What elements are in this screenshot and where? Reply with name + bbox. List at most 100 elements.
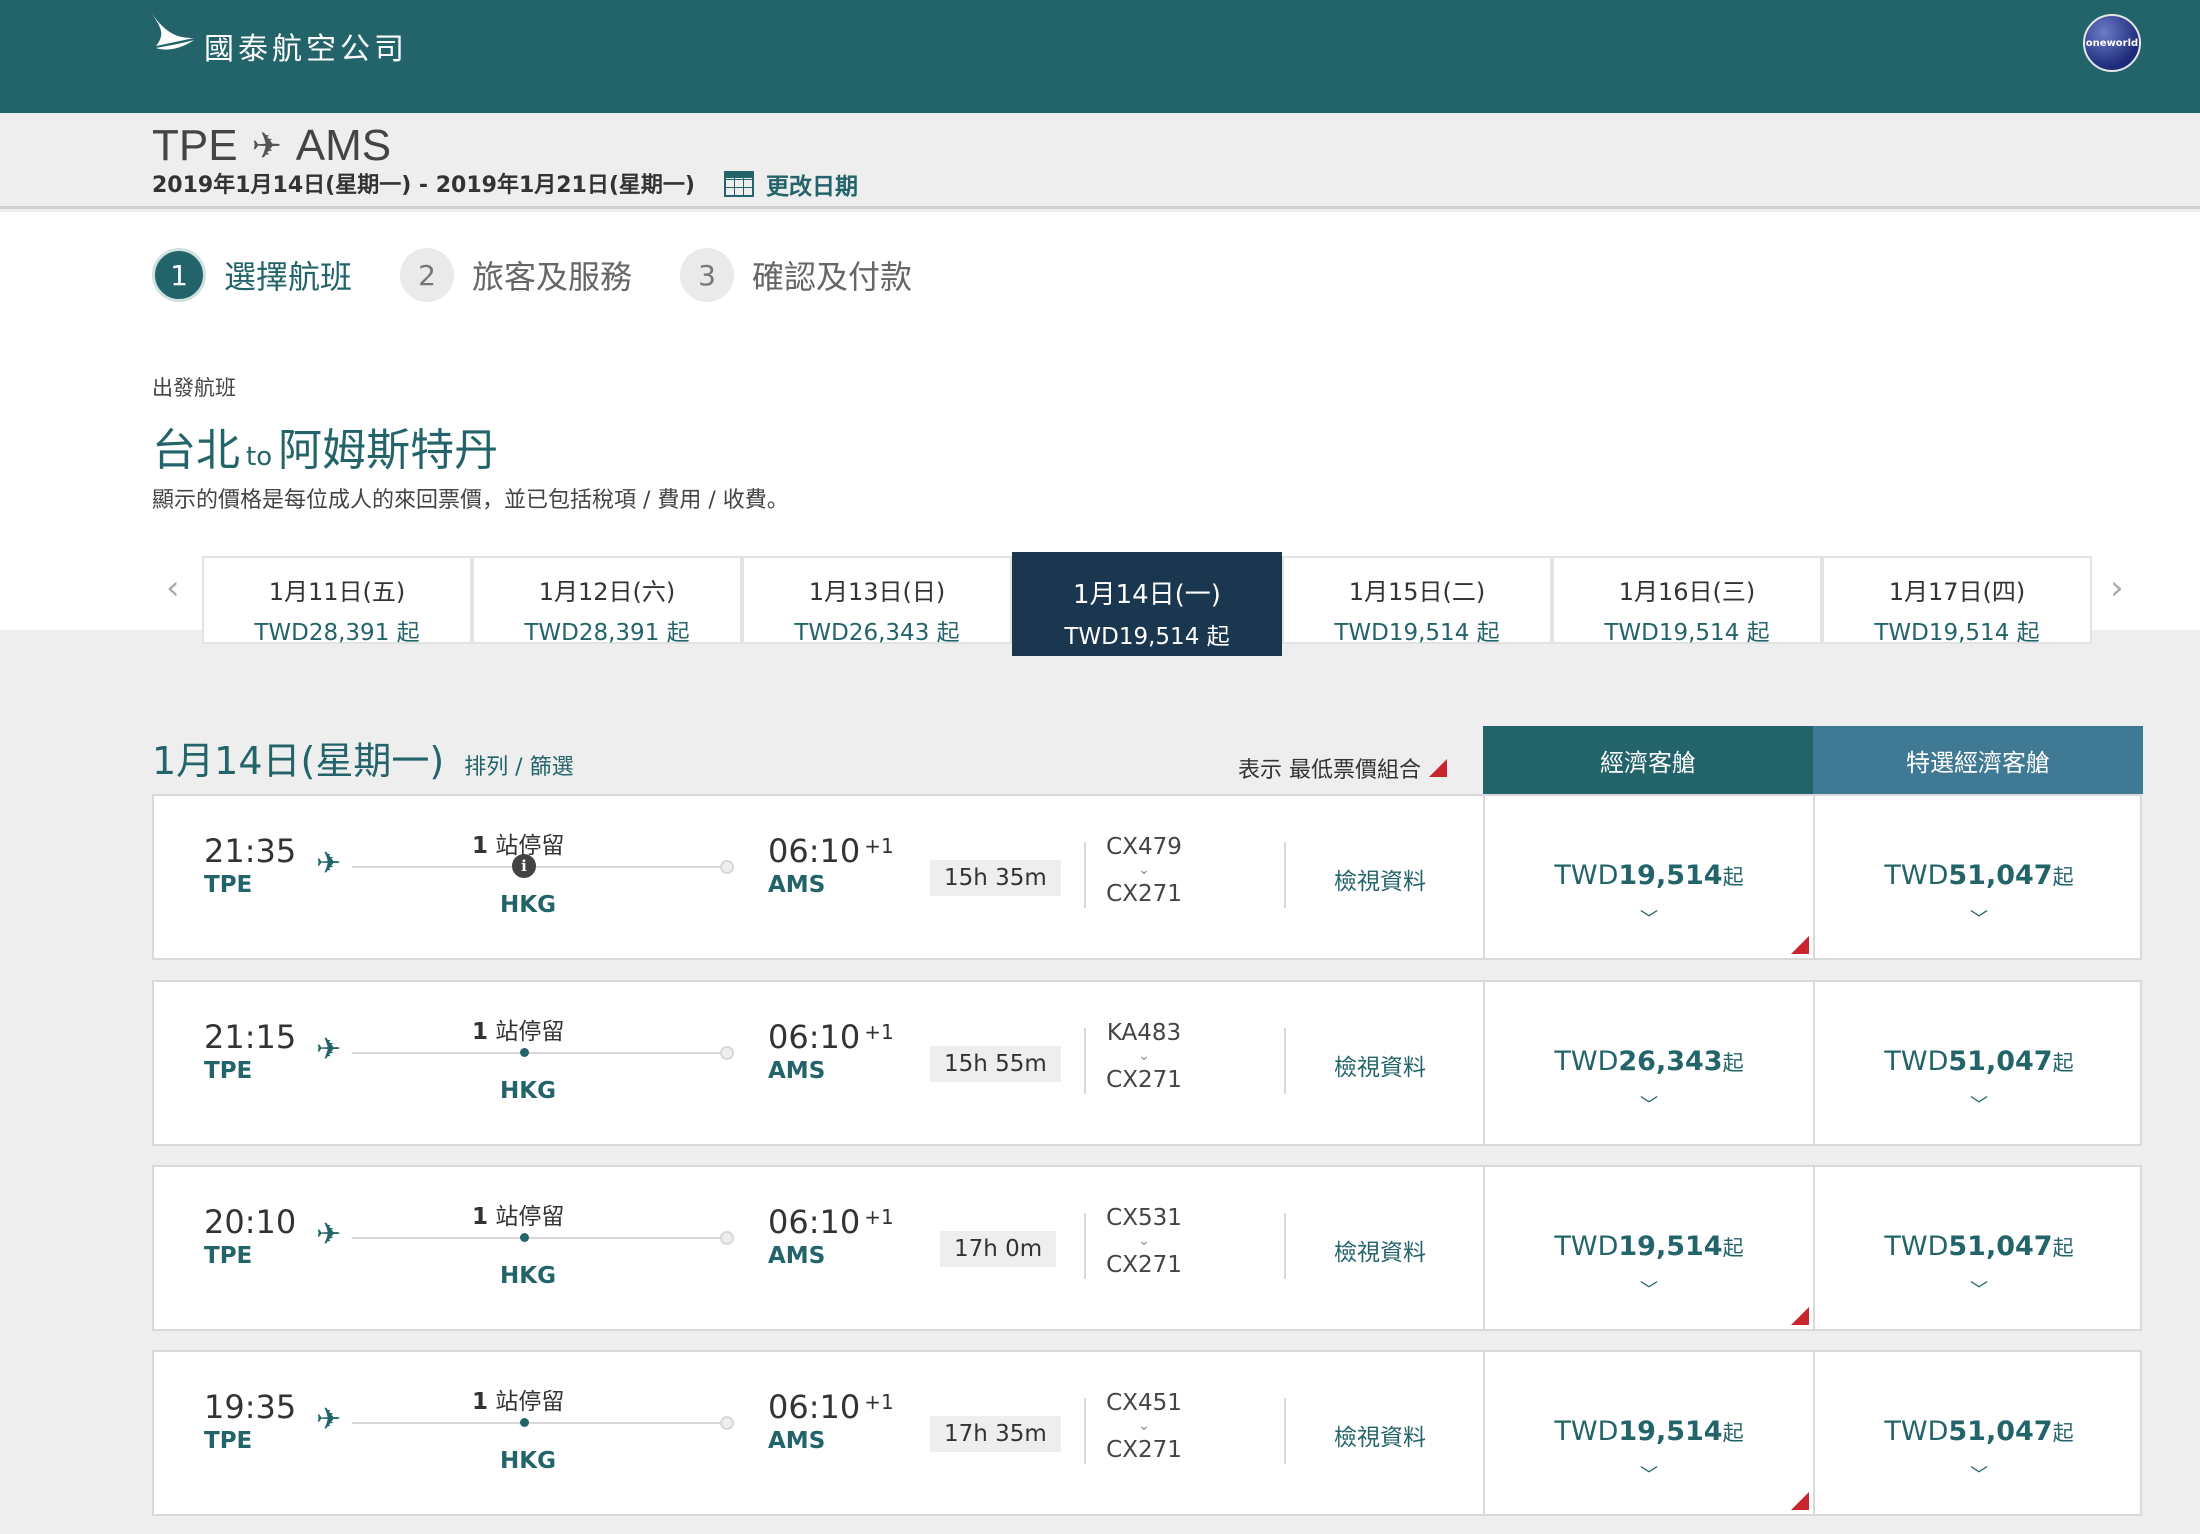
date-strip: ‹ 1月11日(五) TWD28,391 起 1月12日(六) TWD28,39… xyxy=(152,526,2152,656)
departure-time: 21:35 xyxy=(204,832,297,870)
top-bar: 國泰航空公司 oneworld xyxy=(0,0,2200,113)
premium-economy-fare[interactable]: TWD51,047起 ﹀ xyxy=(1813,1167,2143,1329)
economy-fare[interactable]: TWD19,514起 ﹀ xyxy=(1483,1167,1813,1329)
date-option[interactable]: 1月15日(二) TWD19,514 起 xyxy=(1282,556,1552,646)
view-details-link[interactable]: 檢視資料 xyxy=(1334,1233,1426,1267)
expand-chevron-down-icon[interactable]: ﹀ xyxy=(1815,905,2143,931)
economy-fare[interactable]: TWD19,514起 ﹀ xyxy=(1483,1352,1813,1514)
divider xyxy=(1284,842,1286,908)
fare-amount: 51,047 xyxy=(1948,1231,2053,1262)
stop-line xyxy=(352,866,730,868)
stop-text: 站停留 xyxy=(495,1204,565,1230)
fare-price: TWD51,047起 xyxy=(1815,1231,2143,1262)
day-offset: +1 xyxy=(864,1020,894,1044)
expand-chevron-down-icon[interactable]: ﹀ xyxy=(1485,1091,1813,1117)
flight-number: KA483 xyxy=(1106,1020,1182,1046)
flight-numbers: CX479 ⌄ CX271 xyxy=(1094,836,1194,906)
economy-fare[interactable]: TWD19,514起 ﹀ xyxy=(1483,796,1813,958)
prev-dates-chevron-left-icon[interactable]: ‹ xyxy=(166,568,180,608)
flight-number: CX479 xyxy=(1106,834,1182,860)
date-option-price: TWD19,514 起 xyxy=(1334,620,1500,646)
departure-time: 20:10 xyxy=(204,1203,297,1241)
date-option[interactable]: 1月11日(五) TWD28,391 起 xyxy=(202,556,472,646)
stop-line xyxy=(352,1237,730,1239)
arrival-code: AMS xyxy=(768,1243,826,1269)
view-details-link[interactable]: 檢視資料 xyxy=(1334,862,1426,896)
main-panel: 1 選擇航班 2 旅客及服務 3 確認及付款 出發航班 台北 to 阿姆斯特丹 … xyxy=(0,212,2200,656)
next-dates-chevron-right-icon[interactable]: › xyxy=(2110,568,2124,608)
flight-number: CX271 xyxy=(1106,1252,1182,1278)
oneworld-logo[interactable]: oneworld xyxy=(2083,14,2141,72)
day-offset: +1 xyxy=(864,1205,894,1229)
duration-badge: 17h 0m xyxy=(940,1231,1057,1267)
view-details-link[interactable]: 檢視資料 xyxy=(1334,1048,1426,1082)
change-date-label: 更改日期 xyxy=(766,174,858,200)
route-bar: TPE ✈ AMS 2019年1月14日(星期一) - 2019年1月21日(星… xyxy=(0,113,2200,209)
plane-icon: ✈ xyxy=(316,1217,342,1252)
stop-text: 站停留 xyxy=(495,1019,565,1045)
departure-code: TPE xyxy=(204,872,253,898)
arrival-time-value: 06:10 xyxy=(768,1388,861,1426)
plane-icon: ✈ xyxy=(316,1032,342,1067)
divider xyxy=(1284,1213,1286,1279)
origin-code: TPE xyxy=(152,121,238,170)
fare-amount: 51,047 xyxy=(1948,1416,2053,1447)
plane-icon: ✈ xyxy=(316,1402,342,1437)
premium-economy-fare[interactable]: TWD51,047起 ﹀ xyxy=(1813,1352,2143,1514)
expand-chevron-down-icon[interactable]: ﹀ xyxy=(1815,1461,2143,1487)
stop-label: 1 站停留 xyxy=(472,1197,564,1231)
flight-numbers: KA483 ⌄ CX271 xyxy=(1094,1022,1194,1092)
fare-currency: TWD xyxy=(1554,860,1619,891)
step-passengers: 2 旅客及服務 xyxy=(400,248,632,302)
divider xyxy=(1284,1398,1286,1464)
day-offset: +1 xyxy=(864,834,894,858)
expand-chevron-down-icon[interactable]: ﹀ xyxy=(1485,1276,1813,1302)
divider xyxy=(1284,1028,1286,1094)
fare-amount: 51,047 xyxy=(1948,1046,2053,1077)
change-date-button[interactable]: 更改日期 xyxy=(724,167,858,201)
day-offset: +1 xyxy=(864,1390,894,1414)
fare-amount: 51,047 xyxy=(1948,860,2053,891)
arrival-code: AMS xyxy=(768,872,826,898)
stop-label: 1 站停留 xyxy=(472,1012,564,1046)
lowest-fare-legend: 表示 最低票價組合 xyxy=(1238,752,1447,784)
date-option-price: TWD19,514 起 xyxy=(1874,620,2040,646)
plane-icon: ✈ xyxy=(316,846,342,881)
brand-logo[interactable]: 國泰航空公司 xyxy=(150,10,408,68)
fare-suffix: 起 xyxy=(2052,1051,2074,1075)
flight-row: 21:15 TPE ✈ 1 站停留 HKG 06:10 +1 AMS 15h 55… xyxy=(152,980,2142,1146)
date-option[interactable]: 1月17日(四) TWD19,514 起 xyxy=(1822,556,2092,646)
date-option-price: TWD19,514 起 xyxy=(1604,620,1770,646)
departure-time: 19:35 xyxy=(204,1388,297,1426)
step-select-flight[interactable]: 1 選擇航班 xyxy=(152,248,352,302)
date-option[interactable]: 1月12日(六) TWD28,391 起 xyxy=(472,556,742,646)
route-summary: TPE ✈ AMS xyxy=(152,121,391,171)
stop-dot xyxy=(520,1233,529,1242)
stop-end-dot xyxy=(720,860,734,874)
economy-fare[interactable]: TWD26,343起 ﹀ xyxy=(1483,982,1813,1144)
arrival-time-value: 06:10 xyxy=(768,832,861,870)
date-option-date: 1月14日(一) xyxy=(1073,580,1221,610)
view-details-link[interactable]: 檢視資料 xyxy=(1334,1418,1426,1452)
fare-currency: TWD xyxy=(1884,1416,1949,1447)
date-option[interactable]: 1月16日(三) TWD19,514 起 xyxy=(1552,556,1822,646)
fare-currency: TWD xyxy=(1554,1416,1619,1447)
premium-economy-fare[interactable]: TWD51,047起 ﹀ xyxy=(1813,982,2143,1144)
booking-steps: 1 選擇航班 2 旅客及服務 3 確認及付款 xyxy=(152,248,960,302)
date-option-date: 1月16日(三) xyxy=(1618,578,1756,606)
date-option-selected[interactable]: 1月14日(一) TWD19,514 起 xyxy=(1012,552,1282,656)
chevron-down-icon: ⌄ xyxy=(1138,1048,1150,1064)
stop-end-dot xyxy=(720,1416,734,1430)
expand-chevron-down-icon[interactable]: ﹀ xyxy=(1815,1091,2143,1117)
expand-chevron-down-icon[interactable]: ﹀ xyxy=(1485,905,1813,931)
date-option-date: 1月12日(六) xyxy=(538,578,676,606)
expand-chevron-down-icon[interactable]: ﹀ xyxy=(1815,1276,2143,1302)
departure-code: TPE xyxy=(204,1243,253,1269)
date-option[interactable]: 1月13日(日) TWD26,343 起 xyxy=(742,556,1012,646)
sort-filter-link[interactable]: 排列 / 篩選 xyxy=(464,749,573,781)
fare-price: TWD19,514起 xyxy=(1485,1416,1813,1447)
lowest-fare-marker-icon xyxy=(1791,1307,1809,1325)
expand-chevron-down-icon[interactable]: ﹀ xyxy=(1485,1461,1813,1487)
premium-economy-fare[interactable]: TWD51,047起 ﹀ xyxy=(1813,796,2143,958)
calendar-icon xyxy=(724,171,754,197)
